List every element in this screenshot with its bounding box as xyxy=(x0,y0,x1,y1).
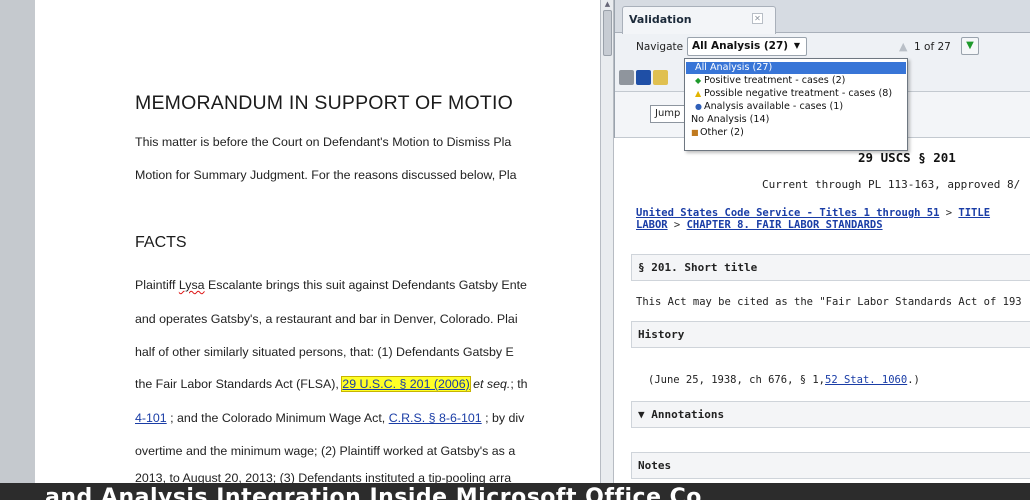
citation-link[interactable]: 4-101 xyxy=(135,411,167,425)
email-icon[interactable] xyxy=(653,70,668,85)
breadcrumb-separator: > xyxy=(939,207,959,219)
breadcrumb-separator: > xyxy=(667,219,687,231)
dropdown-option-no-analysis[interactable]: No Analysis (14) xyxy=(686,114,906,126)
currency-note: Current through PL 113-163, approved 8/ xyxy=(762,178,1021,191)
chevron-down-icon: ▼ xyxy=(793,41,800,50)
history-heading[interactable]: History xyxy=(631,321,1030,348)
navigate-value: All Analysis (27) xyxy=(692,40,789,52)
document-line: Motion for Summary Judgment. For the rea… xyxy=(135,168,517,182)
code-title: 29 USCS § 201 xyxy=(858,150,956,165)
document-scrollbar[interactable]: ▲ xyxy=(600,0,614,500)
dropdown-option-all-analysis[interactable]: All Analysis (27) xyxy=(686,62,906,74)
notes-heading[interactable]: Notes xyxy=(631,452,1030,479)
option-label: No Analysis (14) xyxy=(691,114,770,125)
scroll-up-icon[interactable]: ▲ xyxy=(603,0,612,8)
text-run: the Fair Labor Standards Act (FLSA), xyxy=(135,377,343,391)
yellow-triangle-icon: ▲ xyxy=(695,89,702,98)
document-page[interactable]: MEMORANDUM IN SUPPORT OF MOTIO This matt… xyxy=(35,0,610,500)
document-line: Plaintiff Lysa Escalante brings this sui… xyxy=(135,278,527,292)
dropdown-option-analysis-available[interactable]: ● Analysis available - cases (1) xyxy=(686,101,906,113)
text-run: Plaintiff xyxy=(135,278,179,292)
tab-label: Validation xyxy=(629,13,692,26)
option-label: Other (2) xyxy=(700,127,744,138)
other-icon: ■ xyxy=(691,128,699,137)
scroll-thumb[interactable] xyxy=(603,10,612,56)
blue-circle-icon: ● xyxy=(695,102,702,111)
caption-band: and Analysis Integration Inside Microsof… xyxy=(0,483,1030,500)
green-diamond-icon: ◆ xyxy=(695,76,702,85)
breadcrumb-link[interactable]: TITLE xyxy=(958,207,990,219)
save-icon[interactable] xyxy=(636,70,651,85)
next-result-button[interactable]: ▼ xyxy=(961,37,979,55)
document-line: This matter is before the Court on Defen… xyxy=(135,135,512,149)
text-run: ; and the Colorado Minimum Wage Act, xyxy=(166,411,389,425)
navigate-select[interactable]: All Analysis (27) ▼ xyxy=(687,37,807,56)
section-heading: § 201. Short title xyxy=(631,254,1030,281)
document-line: the Fair Labor Standards Act (FLSA), 29 … xyxy=(135,376,528,392)
tab-validation[interactable]: Validation ✕ xyxy=(622,6,776,34)
text-run: Escalante brings this suit against Defen… xyxy=(204,278,527,292)
stat-link[interactable]: 52 Stat. 1060 xyxy=(825,374,907,386)
pager-count: 1 of 27 xyxy=(914,41,951,53)
breadcrumb-link[interactable]: CHAPTER 8. FAIR LABOR STANDARDS xyxy=(687,219,883,231)
highlighted-citation[interactable]: 29 U.S.C. § 201 (2006) xyxy=(341,376,471,392)
document-line: overtime and the minimum wage; (2) Plain… xyxy=(135,444,516,458)
section-text: This Act may be cited as the "Fair Labor… xyxy=(636,296,1022,308)
document-line: half of other similarly situated persons… xyxy=(135,345,514,359)
navigate-row: Navigate All Analysis (27) ▼ ▲ 1 of 27 ▼ xyxy=(615,33,1030,61)
dropdown-option-positive[interactable]: ◆ Positive treatment - cases (2) xyxy=(686,75,906,87)
option-label: Possible negative treatment - cases (8) xyxy=(704,88,893,99)
navigate-label: Navigate xyxy=(636,41,684,53)
dropdown-option-other[interactable]: ■Other (2) xyxy=(686,127,906,139)
print-icon[interactable] xyxy=(619,70,634,85)
breadcrumb-link[interactable]: LABOR xyxy=(636,219,668,231)
annotations-heading[interactable]: ▼ Annotations xyxy=(631,401,1030,428)
document-line: 4-101 ; and the Colorado Minimum Wage Ac… xyxy=(135,411,524,425)
text-run: .) xyxy=(907,374,920,386)
breadcrumb-link[interactable]: United States Code Service - Titles 1 th… xyxy=(636,207,939,219)
document-line: and operates Gatsby's, a restaurant and … xyxy=(135,312,518,326)
citation-link[interactable]: C.R.S. § 8-6-101 xyxy=(389,411,482,425)
text-run: (June 25, 1938, ch 676, § 1, xyxy=(648,374,826,386)
dropdown-option-negative[interactable]: ▲ Possible negative treatment - cases (8) xyxy=(686,88,906,100)
next-arrow-icon: ▼ xyxy=(966,40,974,51)
facts-heading: FACTS xyxy=(135,234,187,251)
option-label: Analysis available - cases (1) xyxy=(704,101,844,112)
text-run: et seq. xyxy=(469,377,511,391)
text-run: ; th xyxy=(510,377,528,391)
document-title: MEMORANDUM IN SUPPORT OF MOTIO xyxy=(135,92,513,114)
spelling-flag[interactable]: Lysa xyxy=(179,278,205,292)
option-label: Positive treatment - cases (2) xyxy=(704,75,846,86)
previous-result-icon[interactable]: ▲ xyxy=(899,40,907,53)
history-text: (June 25, 1938, ch 676, § 1,52 Stat. 106… xyxy=(648,374,920,386)
breadcrumb: United States Code Service - Titles 1 th… xyxy=(636,207,990,231)
navigate-dropdown-list[interactable]: All Analysis (27) ◆ Positive treatment - … xyxy=(684,58,908,151)
close-icon[interactable]: ✕ xyxy=(752,13,763,24)
option-label: All Analysis (27) xyxy=(695,62,773,73)
statute-content: 29 USCS § 201 Current through PL 113-163… xyxy=(614,138,1030,483)
panel-tab-bar: Validation ✕ xyxy=(615,0,1030,34)
text-run: ; by div xyxy=(481,411,525,425)
